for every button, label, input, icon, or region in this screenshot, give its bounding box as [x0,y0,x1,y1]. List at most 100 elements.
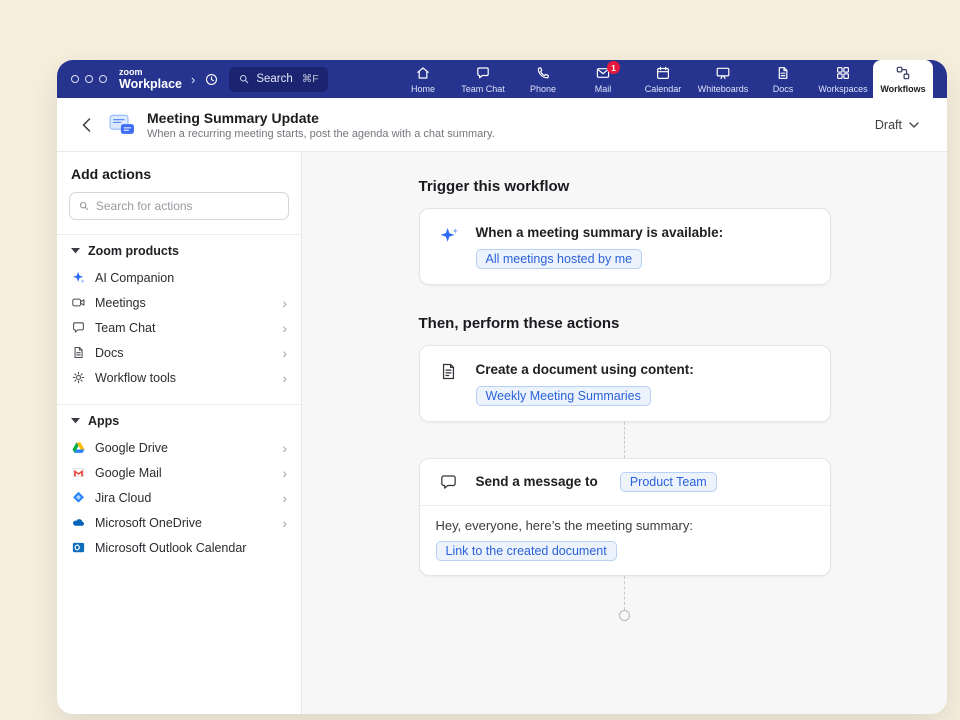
docs-icon [775,65,791,81]
top-navbar: zoom Workplace › Search ⌘F Home Team Cha… [57,60,947,98]
caret-down-icon [71,418,80,423]
docs-icon [71,345,86,360]
logo-zoom-text: zoom [119,68,182,77]
message-body-text: Hey, everyone, here’s the meeting summar… [436,518,814,533]
zoom-workplace-logo: zoom Workplace [119,68,182,91]
message-body: Hey, everyone, here’s the meeting summar… [420,506,830,575]
sidebar-item-label: Team Chat [95,321,155,335]
nav-tab-label: Team Chat [461,84,505,94]
section-label: Zoom products [88,244,179,258]
send-message-text: Send a message to [476,473,598,491]
nav-tab-team-chat[interactable]: Team Chat [453,60,513,98]
sidebar-item-workflow-tools[interactable]: Workflow tools › [57,365,301,390]
sidebar-item-label: Workflow tools [95,371,176,385]
nav-tab-label: Calendar [645,84,682,94]
status-dropdown[interactable]: Draft [869,114,925,136]
workflow-canvas: Trigger this workflow When a meeting sum… [302,152,947,714]
window-dot-icon[interactable] [99,75,107,83]
sidebar-item-microsoft-onedrive[interactable]: Microsoft OneDrive › [57,510,301,535]
chat-bubble-icon [436,472,462,492]
document-icon [436,361,462,381]
chevron-down-icon [909,122,919,128]
section-label: Apps [88,414,119,428]
chevron-left-icon [82,118,91,132]
actions-search-box[interactable] [69,192,289,220]
chevron-right-icon: › [282,441,287,455]
nav-tab-home[interactable]: Home [393,60,453,98]
back-button[interactable] [75,114,97,136]
history-button[interactable] [204,72,219,87]
nav-tab-mail[interactable]: Mail 1 [573,60,633,98]
section-apps[interactable]: Apps [57,405,301,435]
sidebar-item-docs[interactable]: Docs › [57,340,301,365]
section-zoom-products[interactable]: Zoom products [57,235,301,265]
message-recipient-pill[interactable]: Product Team [620,472,717,492]
document-link-pill[interactable]: Link to the created document [436,541,617,561]
send-message-card[interactable]: Send a message to Product Team Hey, ever… [419,458,831,576]
workflows-icon [895,65,911,81]
chevron-right-icon: › [282,491,287,505]
nav-tab-docs[interactable]: Docs [753,60,813,98]
nav-tab-label: Phone [530,84,556,94]
create-document-card[interactable]: Create a document using content: Weekly … [419,345,831,422]
nav-tab-workflows[interactable]: Workflows [873,60,933,98]
trigger-heading: Trigger this workflow [419,178,831,195]
trigger-scope-pill[interactable]: All meetings hosted by me [476,249,643,269]
jira-icon [71,490,86,505]
sidebar-item-team-chat[interactable]: Team Chat › [57,315,301,340]
nav-tab-calendar[interactable]: Calendar [633,60,693,98]
nav-tab-label: Docs [773,84,794,94]
navbar-tabs: Home Team Chat Phone Mail 1 Calendar [393,60,947,98]
nav-tab-more[interactable]: More [933,60,947,98]
create-document-content: Create a document using content: Weekly … [476,361,694,406]
sidebar-item-label: Google Mail [95,466,162,480]
nav-tab-label: Workspaces [818,84,867,94]
nav-tab-label: Home [411,84,435,94]
trigger-card-text: When a meeting summary is available: [476,224,724,242]
global-search-button[interactable]: Search ⌘F [229,67,327,92]
sidebar-item-ai-companion[interactable]: AI Companion [57,265,301,290]
nav-tab-workspaces[interactable]: Workspaces [813,60,873,98]
mail-unread-badge: 1 [607,61,620,74]
app-window: zoom Workplace › Search ⌘F Home Team Cha… [57,60,947,714]
caret-down-icon [71,248,80,253]
whiteboard-icon [715,65,731,81]
outlook-icon [71,540,86,555]
sidebar-item-google-drive[interactable]: Google Drive › [57,435,301,460]
window-controls[interactable] [71,75,107,83]
sidebar-item-label: Jira Cloud [95,491,151,505]
sidebar-item-jira-cloud[interactable]: Jira Cloud › [57,485,301,510]
window-dot-icon[interactable] [85,75,93,83]
actions-search-input[interactable] [96,199,280,213]
chevron-right-icon: › [282,321,287,335]
trigger-card[interactable]: When a meeting summary is available: All… [419,208,831,285]
sidebar-item-google-mail[interactable]: Google Mail › [57,460,301,485]
workflow-header: Meeting Summary Update When a recurring … [57,98,947,152]
window-dot-icon[interactable] [71,75,79,83]
nav-tab-label: Mail [595,84,612,94]
ai-companion-icon [71,270,86,285]
page-subtitle: When a recurring meeting starts, post th… [147,128,495,140]
search-icon [238,73,250,85]
trigger-card-content: When a meeting summary is available: All… [476,224,724,269]
calendar-icon [655,65,671,81]
chevron-right-icon[interactable]: › [189,72,197,87]
search-label: Search [256,73,292,85]
sidebar-item-microsoft-outlook-calendar[interactable]: Microsoft Outlook Calendar [57,535,301,560]
nav-tab-whiteboards[interactable]: Whiteboards [693,60,753,98]
onedrive-icon [71,515,86,530]
document-content-pill[interactable]: Weekly Meeting Summaries [476,386,651,406]
sidebar-item-label: Microsoft Outlook Calendar [95,541,246,555]
sparkle-icon [436,224,462,247]
sidebar-item-label: Google Drive [95,441,168,455]
nav-tab-phone[interactable]: Phone [513,60,573,98]
sidebar-item-meetings[interactable]: Meetings › [57,290,301,315]
nav-tab-label: Whiteboards [698,84,749,94]
nav-tab-label: Workflows [880,84,925,94]
team-chat-icon [71,320,86,335]
chevron-right-icon: › [282,516,287,530]
phone-icon [535,65,551,81]
dashed-connector [624,576,625,610]
search-shortcut: ⌘F [302,73,319,85]
navbar-left-cluster: zoom Workplace › Search ⌘F [57,60,328,98]
